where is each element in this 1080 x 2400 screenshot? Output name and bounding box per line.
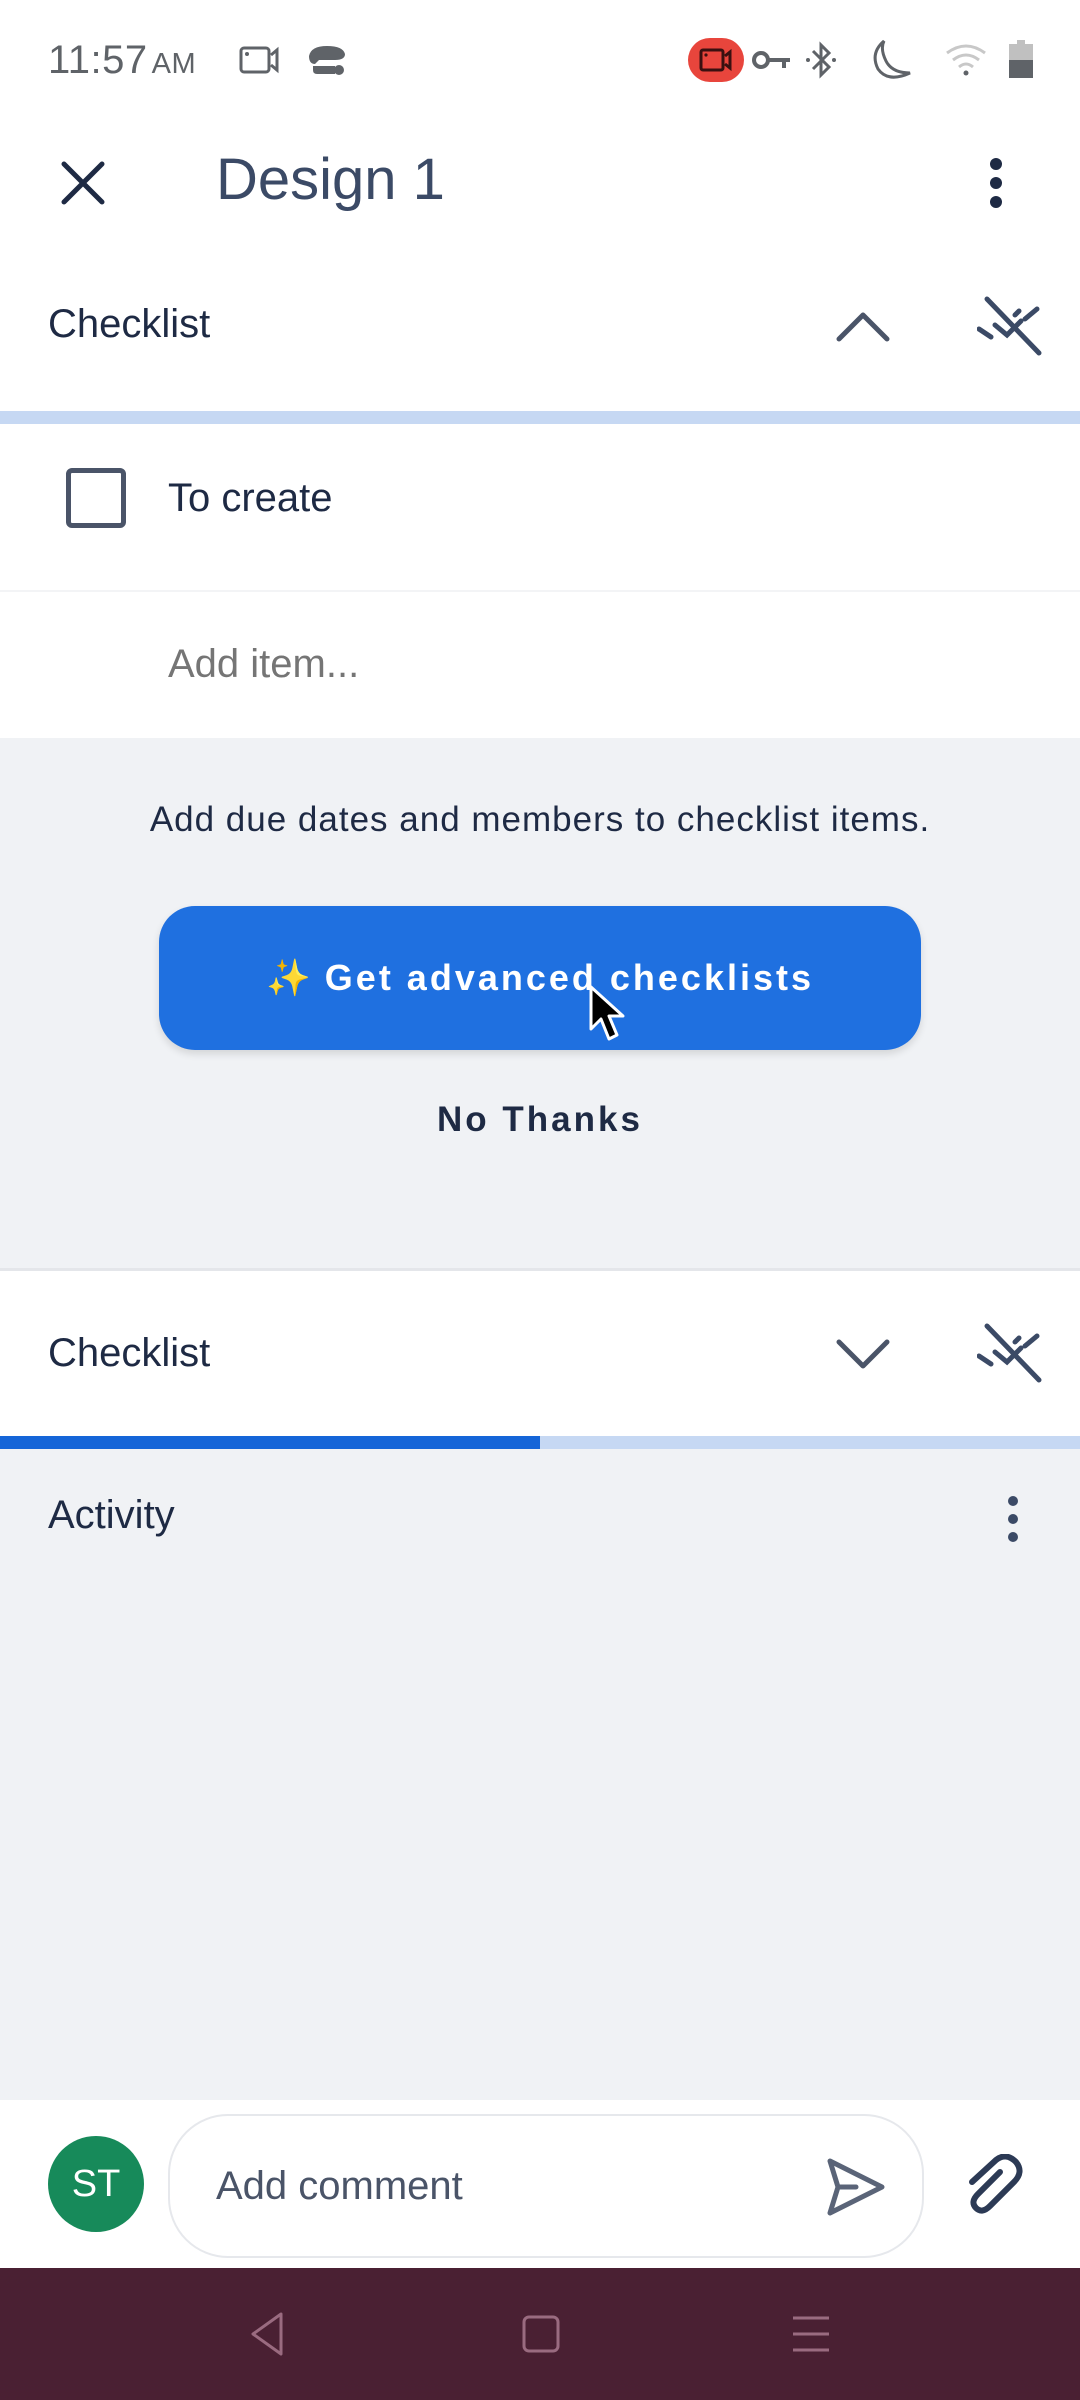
hide-checked-icon bbox=[977, 296, 1042, 356]
bluetooth-icon bbox=[804, 40, 838, 80]
game-controller-icon bbox=[304, 40, 350, 80]
hide-checked-icon bbox=[977, 1323, 1042, 1383]
page-title: Design 1 bbox=[216, 147, 445, 212]
system-nav-bar bbox=[0, 2268, 1080, 2400]
checklist-title: Checklist bbox=[48, 1331, 211, 1375]
screen-record-icon bbox=[238, 40, 284, 80]
hide-checked-items-button[interactable] bbox=[970, 286, 1050, 366]
collapse-checklist-button[interactable] bbox=[830, 294, 896, 360]
activity-more-button[interactable] bbox=[990, 1489, 1036, 1549]
attach-button[interactable] bbox=[958, 2140, 1034, 2230]
send-icon bbox=[827, 2158, 885, 2216]
checklist-header[interactable]: Checklist bbox=[0, 240, 1080, 412]
upsell-message: Add due dates and members to checklist i… bbox=[149, 800, 931, 839]
vpn-key-icon bbox=[752, 40, 792, 80]
get-advanced-checklists-button[interactable]: ✨ Get advanced checklists bbox=[159, 906, 921, 1050]
checklist-progress-bar bbox=[0, 411, 1080, 424]
home-icon bbox=[522, 2315, 560, 2353]
close-icon bbox=[61, 161, 105, 205]
nav-home-button[interactable] bbox=[506, 2304, 576, 2364]
add-item-row bbox=[0, 592, 1080, 738]
more-vertical-icon bbox=[990, 158, 1002, 208]
checklist-progress-fill bbox=[0, 1436, 540, 1449]
app-header: Design 1 bbox=[0, 120, 1080, 240]
status-ampm: AM bbox=[151, 48, 197, 80]
checklist-item-label[interactable]: To create bbox=[168, 476, 333, 521]
advanced-checklists-upsell: Add due dates and members to checklist i… bbox=[0, 738, 1080, 1268]
recents-menu-icon bbox=[793, 2316, 829, 2352]
paperclip-icon bbox=[969, 2154, 1023, 2214]
activity-section: Activity bbox=[0, 1449, 1080, 2099]
expand-checklist-button[interactable] bbox=[830, 1321, 896, 1387]
comment-field bbox=[168, 2114, 924, 2258]
comment-bar: ST bbox=[0, 2100, 1080, 2268]
checklist-item-checkbox[interactable] bbox=[66, 468, 126, 528]
more-vertical-icon bbox=[1008, 1496, 1018, 1542]
checklist-item: To create bbox=[0, 424, 1080, 592]
get-advanced-checklists-label: Get advanced checklists bbox=[324, 957, 815, 998]
checklist-title: Checklist bbox=[48, 302, 211, 346]
checklist-header[interactable]: Checklist bbox=[0, 1268, 1080, 1438]
back-icon bbox=[251, 2312, 283, 2356]
status-time: 11:57 AM bbox=[48, 38, 196, 83]
battery-icon bbox=[1008, 40, 1034, 80]
avatar: ST bbox=[48, 2136, 144, 2232]
do-not-disturb-moon-icon bbox=[868, 39, 914, 80]
status-clock: 11:57 bbox=[48, 38, 148, 82]
no-thanks-button[interactable]: No Thanks bbox=[390, 1090, 690, 1150]
comment-input[interactable] bbox=[216, 2156, 776, 2216]
wifi-icon bbox=[944, 40, 988, 80]
chevron-down-icon bbox=[836, 1339, 890, 1369]
nav-back-button[interactable] bbox=[232, 2304, 302, 2364]
recording-active-icon bbox=[688, 38, 744, 82]
activity-title: Activity bbox=[48, 1493, 175, 1537]
nav-recents-button[interactable] bbox=[776, 2304, 846, 2364]
checklist-progress-bar bbox=[0, 1436, 1080, 1449]
chevron-up-icon bbox=[836, 312, 890, 342]
send-comment-button[interactable] bbox=[818, 2150, 892, 2224]
more-options-button[interactable] bbox=[968, 150, 1024, 216]
status-bar: 11:57 AM bbox=[0, 0, 1080, 120]
close-button[interactable] bbox=[50, 150, 116, 216]
hide-checked-items-button[interactable] bbox=[970, 1313, 1050, 1393]
sparkles-icon: ✨ bbox=[265, 957, 311, 998]
add-item-input[interactable] bbox=[168, 642, 968, 687]
